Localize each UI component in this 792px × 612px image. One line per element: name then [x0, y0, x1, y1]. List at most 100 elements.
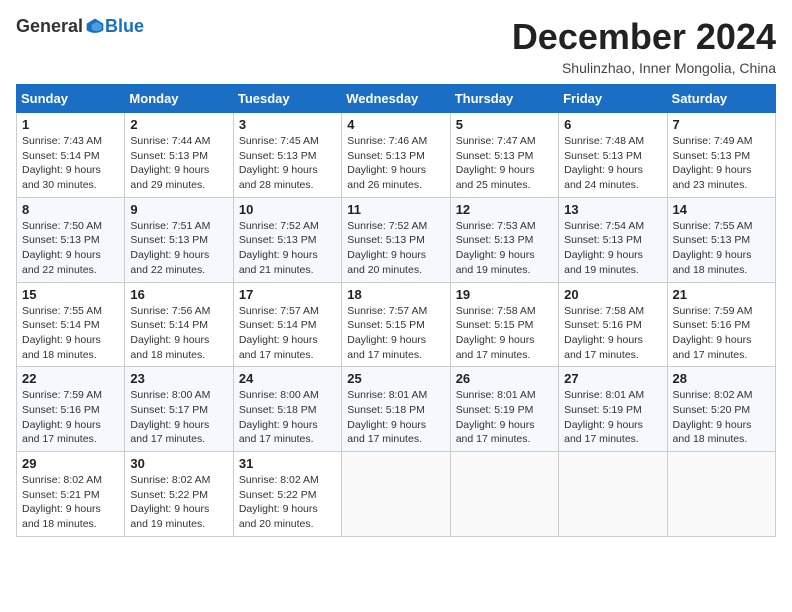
day-number: 9: [130, 202, 227, 217]
page-title: December 2024: [512, 16, 776, 58]
day-info: Sunrise: 8:02 AMSunset: 5:21 PMDaylight:…: [22, 474, 102, 530]
day-info: Sunrise: 7:44 AMSunset: 5:13 PMDaylight:…: [130, 135, 210, 191]
col-tuesday: Tuesday: [233, 85, 341, 113]
day-number: 6: [564, 117, 661, 132]
day-cell-11: 11 Sunrise: 7:52 AMSunset: 5:13 PMDaylig…: [342, 197, 450, 282]
day-number: 17: [239, 287, 336, 302]
day-info: Sunrise: 7:43 AMSunset: 5:14 PMDaylight:…: [22, 135, 102, 191]
day-number: 30: [130, 456, 227, 471]
day-info: Sunrise: 8:02 AMSunset: 5:22 PMDaylight:…: [130, 474, 210, 530]
day-cell-29: 29 Sunrise: 8:02 AMSunset: 5:21 PMDaylig…: [17, 452, 125, 537]
day-number: 3: [239, 117, 336, 132]
day-number: 16: [130, 287, 227, 302]
day-info: Sunrise: 7:59 AMSunset: 5:16 PMDaylight:…: [673, 305, 753, 361]
day-number: 26: [456, 371, 553, 386]
col-thursday: Thursday: [450, 85, 558, 113]
day-cell-19: 19 Sunrise: 7:58 AMSunset: 5:15 PMDaylig…: [450, 282, 558, 367]
day-info: Sunrise: 7:52 AMSunset: 5:13 PMDaylight:…: [347, 220, 427, 276]
empty-cell: [559, 452, 667, 537]
calendar-header-row: Sunday Monday Tuesday Wednesday Thursday…: [17, 85, 776, 113]
day-number: 20: [564, 287, 661, 302]
day-cell-3: 3 Sunrise: 7:45 AMSunset: 5:13 PMDayligh…: [233, 113, 341, 198]
day-info: Sunrise: 8:01 AMSunset: 5:19 PMDaylight:…: [564, 389, 644, 445]
calendar-week-row: 8 Sunrise: 7:50 AMSunset: 5:13 PMDayligh…: [17, 197, 776, 282]
empty-cell: [667, 452, 775, 537]
day-number: 7: [673, 117, 770, 132]
calendar-week-row: 22 Sunrise: 7:59 AMSunset: 5:16 PMDaylig…: [17, 367, 776, 452]
day-number: 10: [239, 202, 336, 217]
day-info: Sunrise: 8:02 AMSunset: 5:22 PMDaylight:…: [239, 474, 319, 530]
day-number: 12: [456, 202, 553, 217]
calendar-week-row: 29 Sunrise: 8:02 AMSunset: 5:21 PMDaylig…: [17, 452, 776, 537]
col-wednesday: Wednesday: [342, 85, 450, 113]
day-number: 24: [239, 371, 336, 386]
day-number: 15: [22, 287, 119, 302]
logo: General Blue: [16, 16, 144, 37]
day-cell-26: 26 Sunrise: 8:01 AMSunset: 5:19 PMDaylig…: [450, 367, 558, 452]
day-number: 22: [22, 371, 119, 386]
day-number: 28: [673, 371, 770, 386]
day-info: Sunrise: 7:48 AMSunset: 5:13 PMDaylight:…: [564, 135, 644, 191]
day-info: Sunrise: 7:50 AMSunset: 5:13 PMDaylight:…: [22, 220, 102, 276]
day-number: 4: [347, 117, 444, 132]
day-cell-18: 18 Sunrise: 7:57 AMSunset: 5:15 PMDaylig…: [342, 282, 450, 367]
day-cell-17: 17 Sunrise: 7:57 AMSunset: 5:14 PMDaylig…: [233, 282, 341, 367]
day-number: 23: [130, 371, 227, 386]
day-info: Sunrise: 8:01 AMSunset: 5:19 PMDaylight:…: [456, 389, 536, 445]
page-header: General Blue December 2024 Shulinzhao, I…: [16, 16, 776, 76]
col-saturday: Saturday: [667, 85, 775, 113]
day-cell-10: 10 Sunrise: 7:52 AMSunset: 5:13 PMDaylig…: [233, 197, 341, 282]
day-info: Sunrise: 7:49 AMSunset: 5:13 PMDaylight:…: [673, 135, 753, 191]
day-cell-9: 9 Sunrise: 7:51 AMSunset: 5:13 PMDayligh…: [125, 197, 233, 282]
day-info: Sunrise: 8:00 AMSunset: 5:18 PMDaylight:…: [239, 389, 319, 445]
day-number: 1: [22, 117, 119, 132]
day-number: 14: [673, 202, 770, 217]
day-info: Sunrise: 7:59 AMSunset: 5:16 PMDaylight:…: [22, 389, 102, 445]
day-info: Sunrise: 7:57 AMSunset: 5:14 PMDaylight:…: [239, 305, 319, 361]
day-cell-14: 14 Sunrise: 7:55 AMSunset: 5:13 PMDaylig…: [667, 197, 775, 282]
col-friday: Friday: [559, 85, 667, 113]
day-number: 21: [673, 287, 770, 302]
day-number: 2: [130, 117, 227, 132]
day-number: 19: [456, 287, 553, 302]
day-cell-8: 8 Sunrise: 7:50 AMSunset: 5:13 PMDayligh…: [17, 197, 125, 282]
day-cell-16: 16 Sunrise: 7:56 AMSunset: 5:14 PMDaylig…: [125, 282, 233, 367]
calendar-table: Sunday Monday Tuesday Wednesday Thursday…: [16, 84, 776, 537]
day-number: 31: [239, 456, 336, 471]
day-number: 27: [564, 371, 661, 386]
empty-cell: [450, 452, 558, 537]
day-number: 18: [347, 287, 444, 302]
day-info: Sunrise: 7:55 AMSunset: 5:14 PMDaylight:…: [22, 305, 102, 361]
day-info: Sunrise: 7:55 AMSunset: 5:13 PMDaylight:…: [673, 220, 753, 276]
day-cell-2: 2 Sunrise: 7:44 AMSunset: 5:13 PMDayligh…: [125, 113, 233, 198]
day-info: Sunrise: 7:52 AMSunset: 5:13 PMDaylight:…: [239, 220, 319, 276]
day-info: Sunrise: 7:53 AMSunset: 5:13 PMDaylight:…: [456, 220, 536, 276]
day-number: 13: [564, 202, 661, 217]
day-number: 25: [347, 371, 444, 386]
day-number: 11: [347, 202, 444, 217]
day-info: Sunrise: 7:54 AMSunset: 5:13 PMDaylight:…: [564, 220, 644, 276]
day-info: Sunrise: 7:51 AMSunset: 5:13 PMDaylight:…: [130, 220, 210, 276]
day-cell-25: 25 Sunrise: 8:01 AMSunset: 5:18 PMDaylig…: [342, 367, 450, 452]
day-info: Sunrise: 7:56 AMSunset: 5:14 PMDaylight:…: [130, 305, 210, 361]
day-info: Sunrise: 8:02 AMSunset: 5:20 PMDaylight:…: [673, 389, 753, 445]
day-info: Sunrise: 7:46 AMSunset: 5:13 PMDaylight:…: [347, 135, 427, 191]
day-info: Sunrise: 8:00 AMSunset: 5:17 PMDaylight:…: [130, 389, 210, 445]
day-cell-13: 13 Sunrise: 7:54 AMSunset: 5:13 PMDaylig…: [559, 197, 667, 282]
day-number: 29: [22, 456, 119, 471]
day-cell-30: 30 Sunrise: 8:02 AMSunset: 5:22 PMDaylig…: [125, 452, 233, 537]
day-cell-24: 24 Sunrise: 8:00 AMSunset: 5:18 PMDaylig…: [233, 367, 341, 452]
day-cell-6: 6 Sunrise: 7:48 AMSunset: 5:13 PMDayligh…: [559, 113, 667, 198]
day-info: Sunrise: 7:58 AMSunset: 5:15 PMDaylight:…: [456, 305, 536, 361]
day-cell-15: 15 Sunrise: 7:55 AMSunset: 5:14 PMDaylig…: [17, 282, 125, 367]
day-info: Sunrise: 7:58 AMSunset: 5:16 PMDaylight:…: [564, 305, 644, 361]
day-cell-31: 31 Sunrise: 8:02 AMSunset: 5:22 PMDaylig…: [233, 452, 341, 537]
location-subtitle: Shulinzhao, Inner Mongolia, China: [512, 60, 776, 76]
day-info: Sunrise: 7:47 AMSunset: 5:13 PMDaylight:…: [456, 135, 536, 191]
day-cell-12: 12 Sunrise: 7:53 AMSunset: 5:13 PMDaylig…: [450, 197, 558, 282]
col-monday: Monday: [125, 85, 233, 113]
empty-cell: [342, 452, 450, 537]
title-block: December 2024 Shulinzhao, Inner Mongolia…: [512, 16, 776, 76]
day-cell-28: 28 Sunrise: 8:02 AMSunset: 5:20 PMDaylig…: [667, 367, 775, 452]
calendar-week-row: 15 Sunrise: 7:55 AMSunset: 5:14 PMDaylig…: [17, 282, 776, 367]
